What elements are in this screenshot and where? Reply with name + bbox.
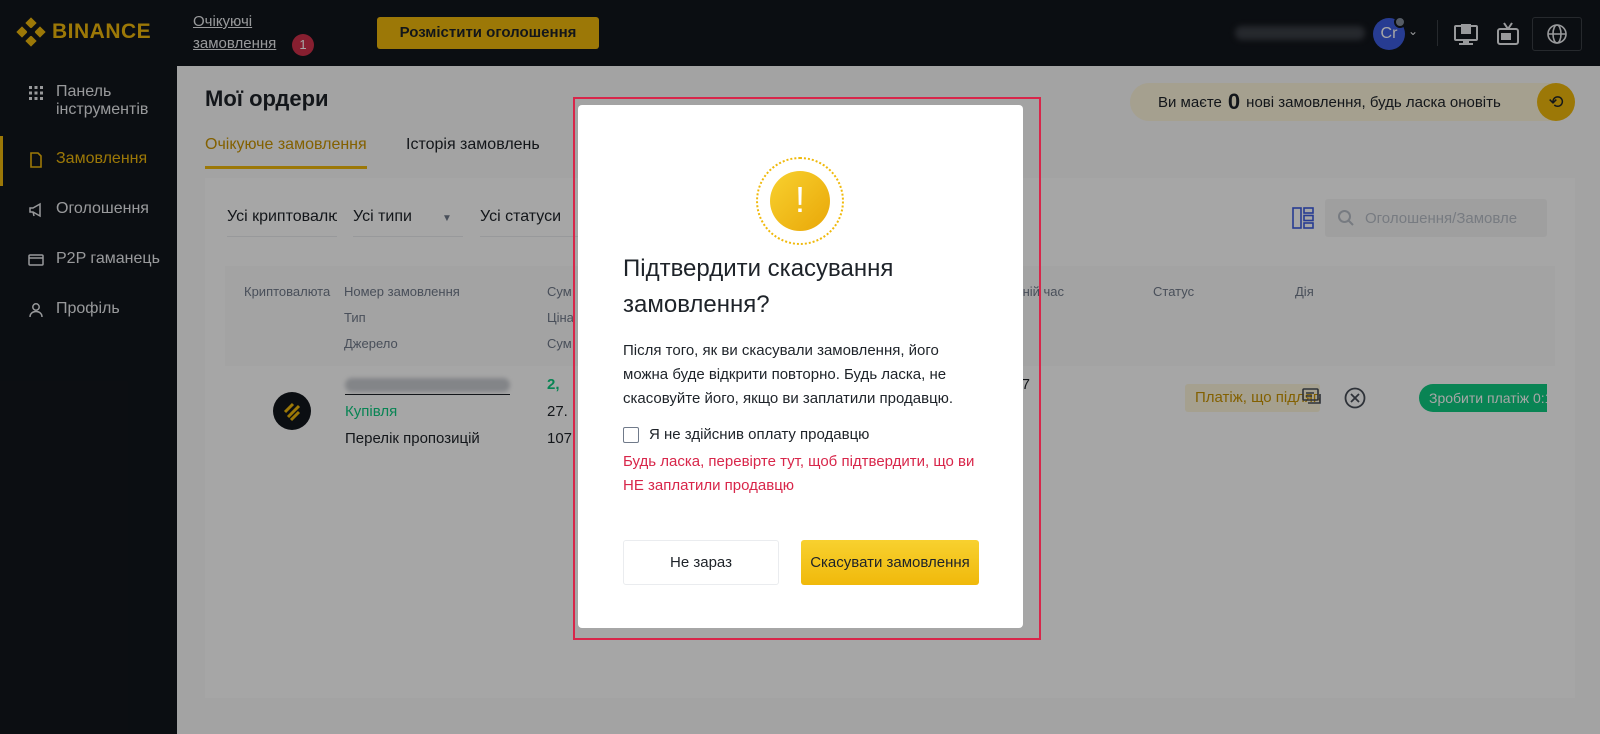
warning-icon-ring: !: [756, 157, 844, 245]
validation-warning: Будь ласка, перевірте тут, щоб підтверди…: [623, 453, 975, 494]
dialog-body: Після того, як ви скасували замовлення, …: [623, 342, 954, 407]
cancel-order-button[interactable]: Скасувати замовлення: [801, 540, 979, 585]
not-now-button[interactable]: Не зараз: [623, 540, 779, 585]
unpaid-confirm-checkbox[interactable]: [623, 426, 639, 443]
cancel-order-dialog: ! Підтвердити скасування замовлення? Піс…: [578, 105, 1023, 628]
checkbox-label[interactable]: Я не здійснив оплату продавцю: [649, 426, 869, 443]
warning-icon: !: [770, 171, 830, 231]
unpaid-confirm-row[interactable]: Я не здійснив оплату продавцю: [623, 426, 869, 443]
dialog-title: Підтвердити скасування замовлення?: [623, 255, 894, 318]
